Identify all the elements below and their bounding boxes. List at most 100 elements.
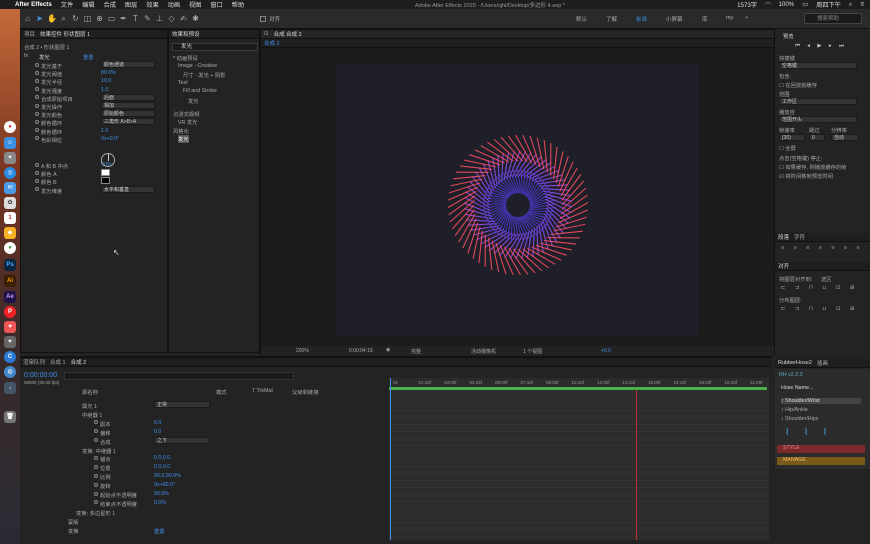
stopwatch-icon[interactable] xyxy=(94,455,98,460)
effect-prop-select[interactable]: 原始颜色 xyxy=(101,110,155,118)
stopwatch-icon[interactable] xyxy=(94,500,98,505)
rh-item-shoulder-wrist[interactable]: ↕ Shoulder/Wrist xyxy=(781,398,861,404)
timeline-prop-value[interactable]: 0x+60.0° xyxy=(154,482,175,488)
list-icon[interactable]: ≡ xyxy=(860,1,864,8)
align-icons[interactable]: ⊏ ⊐ ⊓ ⊔ ⊡ ⊞ xyxy=(781,285,858,291)
menu-help[interactable]: 帮助 xyxy=(232,0,244,9)
tab-paragraph[interactable]: 段落 xyxy=(778,233,789,241)
stopwatch-icon[interactable] xyxy=(35,103,39,108)
timeline-prop-value[interactable]: 90.0% xyxy=(154,491,169,497)
menu-animation[interactable]: 动画 xyxy=(168,0,180,9)
hose-name-input[interactable]: Hose Name... xyxy=(781,385,813,391)
timeline-prop-label[interactable]: 偏移 xyxy=(100,429,111,437)
app-menu[interactable]: After Effects xyxy=(15,1,52,8)
tab-effect-controls[interactable]: 效果控件 形状图层 1 xyxy=(40,30,90,38)
safari-icon[interactable]: ◎ xyxy=(4,167,16,179)
chrome-icon[interactable]: ● xyxy=(4,121,16,133)
stopwatch-icon[interactable] xyxy=(35,136,39,141)
workspace-default[interactable]: 默认 xyxy=(576,15,587,23)
effects-tree-item[interactable]: 风格化 xyxy=(173,127,189,135)
effect-prop-value[interactable]: 0x+0.0° xyxy=(101,136,119,142)
timeline-prop-value[interactable]: 0.0,0.0 xyxy=(154,455,170,461)
zoom-tool-icon[interactable]: ⌕ xyxy=(59,14,68,23)
workspace-standard[interactable]: 标准 xyxy=(636,15,647,23)
compass-icon[interactable]: ⌖ xyxy=(4,336,16,348)
current-time[interactable]: 0:00:04:19 xyxy=(349,348,373,354)
menu-layer[interactable]: 图层 xyxy=(125,0,137,9)
rotate-tool-icon[interactable]: ↻ xyxy=(71,14,80,23)
calendar-icon[interactable]: 1 xyxy=(4,212,16,224)
stopwatch-icon[interactable] xyxy=(35,78,39,83)
tab-comp-1[interactable]: 合成 1 xyxy=(50,358,66,366)
stopwatch-icon[interactable] xyxy=(35,95,39,100)
effects-search-input[interactable]: 发光 xyxy=(172,43,258,51)
c-app-icon[interactable]: C xyxy=(4,351,16,363)
rh-style-button[interactable]: STYLE xyxy=(777,445,865,453)
timeline-prop-label[interactable]: 中继器 1 xyxy=(82,411,102,419)
play-from-select[interactable]: 范围开头 xyxy=(779,116,857,123)
stopwatch-icon[interactable] xyxy=(35,128,39,133)
timeline-prop-label[interactable]: 结束点不透明度 xyxy=(100,500,137,508)
tab-project[interactable]: 项目 xyxy=(24,30,35,38)
menu-edit[interactable]: 编辑 xyxy=(82,0,94,9)
text-tool-icon[interactable]: T xyxy=(131,14,140,23)
workspace-libraries[interactable]: 库 xyxy=(702,15,708,23)
color-swatch[interactable] xyxy=(101,177,110,185)
timeline-prop-label[interactable]: 变换: 多边星形 1 xyxy=(76,509,115,517)
rh-hose-icons[interactable]: ⌇ ⌇ ⌇ xyxy=(785,427,833,438)
tab-character[interactable]: 字符 xyxy=(794,233,805,241)
menu-view[interactable]: 视图 xyxy=(189,0,201,9)
stopwatch-icon[interactable] xyxy=(35,178,39,183)
globe-icon[interactable]: ◍ xyxy=(4,366,16,378)
brush-tool-icon[interactable]: ✎ xyxy=(143,14,152,23)
timeline-prop-label[interactable]: 变换: 中继器 1 xyxy=(82,447,116,455)
fullscreen-checkbox[interactable]: ☐ 全屏 xyxy=(779,144,796,152)
playhead[interactable] xyxy=(390,378,391,540)
effects-tree-item[interactable]: VR 发光 xyxy=(178,118,197,126)
hand-tool-icon[interactable]: ✋ xyxy=(47,14,57,23)
timeline-prop-value[interactable]: 0.0 xyxy=(154,429,161,435)
menu-window[interactable]: 窗口 xyxy=(210,0,222,9)
rh-manage-button[interactable]: MANAGE xyxy=(777,457,865,465)
reset-link[interactable]: 重置 xyxy=(83,53,94,61)
mail-icon[interactable]: ✉ xyxy=(4,182,16,194)
stopwatch-icon[interactable] xyxy=(94,420,98,425)
photoshop-icon[interactable]: Ps xyxy=(4,259,16,271)
move-time-checkbox[interactable]: ☑ 将时间移到预览时间 xyxy=(779,172,833,180)
timeline-prop-label[interactable]: 位置 xyxy=(100,464,111,472)
effect-prop-select[interactable]: 后面 xyxy=(101,93,155,101)
pen-tool-icon[interactable]: ✒ xyxy=(119,14,128,23)
effect-prop-select[interactable]: 相加 xyxy=(101,102,155,109)
pinterest-icon[interactable]: P xyxy=(4,306,16,318)
after-effects-icon[interactable]: Ae xyxy=(4,291,16,303)
color-swatch[interactable] xyxy=(101,169,110,177)
puppet-tool-icon[interactable]: ✱ xyxy=(191,14,200,23)
work-area-bar[interactable] xyxy=(389,387,767,390)
effects-tree-item[interactable]: Text xyxy=(178,80,188,86)
shape-tool-icon[interactable]: ▭ xyxy=(107,14,116,23)
download-icon[interactable]: ↓ xyxy=(4,382,16,394)
fps-select[interactable]: (30) xyxy=(779,134,805,141)
range-select[interactable]: 工作区 xyxy=(779,98,857,105)
workspace-small-screen[interactable]: 小屏幕 xyxy=(666,15,683,23)
stopwatch-icon[interactable] xyxy=(35,111,39,116)
effects-tree-item[interactable]: 发光 xyxy=(178,135,189,144)
views-select[interactable]: 1 个视图 xyxy=(523,348,542,355)
stopwatch-icon[interactable] xyxy=(35,187,39,192)
finder-icon[interactable]: ☺ xyxy=(4,137,16,149)
effect-prop-select[interactable]: 三角形 A>B>A xyxy=(101,118,155,126)
timeline-prop-value[interactable]: 0.0% xyxy=(154,500,166,506)
stopwatch-icon[interactable] xyxy=(94,473,98,478)
eraser-tool-icon[interactable]: ◇ xyxy=(167,14,176,23)
timeline-prop-value[interactable]: 90.0,90.0% xyxy=(154,473,181,479)
phase-dial[interactable] xyxy=(101,153,115,167)
heart-icon[interactable]: ♥ xyxy=(4,321,16,333)
workspace-learn[interactable]: 了解 xyxy=(606,15,617,23)
help-search-input[interactable]: 搜索帮助 xyxy=(804,13,862,24)
comp-breadcrumb[interactable]: 合成 2 xyxy=(264,39,280,47)
effect-prop-select[interactable]: 颜色通道 xyxy=(101,61,155,68)
trash-icon[interactable]: 🗑 xyxy=(4,411,16,423)
workspace-my[interactable]: my xyxy=(726,15,733,21)
stopwatch-icon[interactable] xyxy=(94,438,98,443)
menu-comp[interactable]: 合成 xyxy=(104,0,116,9)
